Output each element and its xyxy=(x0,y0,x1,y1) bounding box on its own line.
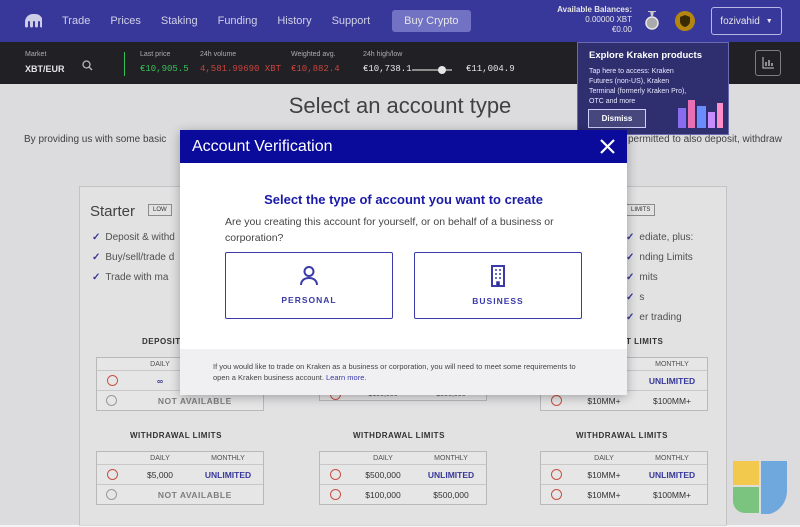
personal-label: PERSONAL xyxy=(281,295,337,305)
footer-text: If you would like to trade on Kraken as … xyxy=(213,362,576,382)
account-verification-modal: Account Verification Select the type of … xyxy=(180,130,627,395)
modal-footer: If you would like to trade on Kraken as … xyxy=(180,349,627,395)
personal-account-button[interactable]: PERSONAL xyxy=(225,252,393,319)
business-account-button[interactable]: BUSINESS xyxy=(414,252,582,319)
city-illustration-icon xyxy=(678,100,723,128)
person-icon xyxy=(300,266,318,286)
modal-header-title: Account Verification xyxy=(192,137,333,155)
dismiss-button[interactable]: Dismiss xyxy=(588,109,646,128)
business-label: BUSINESS xyxy=(472,296,524,306)
promo-card[interactable]: Explore Kraken products Tap here to acce… xyxy=(577,42,729,135)
promo-title: Explore Kraken products xyxy=(589,50,702,61)
learn-more-link[interactable]: Learn more. xyxy=(326,373,366,382)
modal-header: Account Verification xyxy=(180,130,627,163)
modal-title: Select the type of account you want to c… xyxy=(264,192,543,207)
help-widget-icon[interactable] xyxy=(731,459,789,514)
modal-question: Are you creating this account for yourse… xyxy=(225,216,554,244)
close-icon[interactable] xyxy=(599,138,616,155)
building-icon xyxy=(491,265,505,287)
